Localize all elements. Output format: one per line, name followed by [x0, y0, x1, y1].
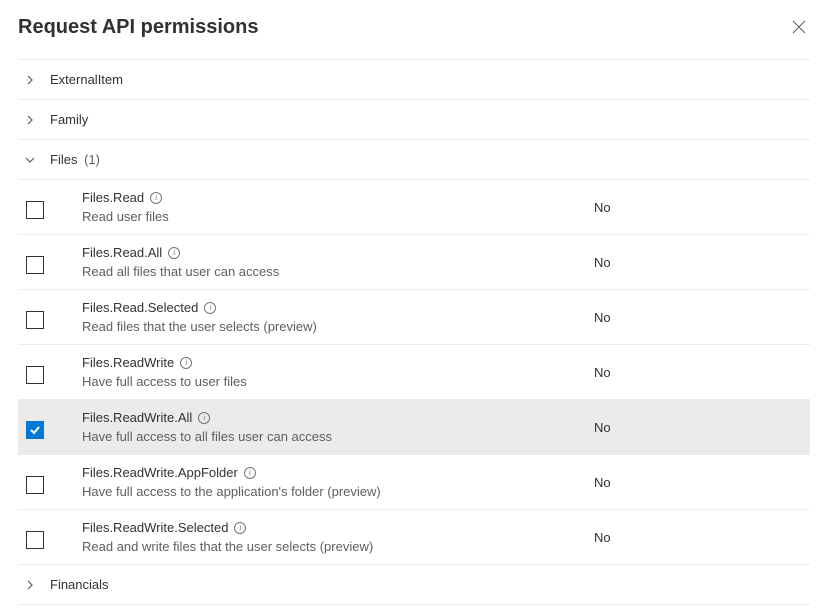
permission-main: Files.ReadWrite.AppFolder i Have full ac… — [82, 465, 574, 499]
permission-description: Read and write files that the user selec… — [82, 539, 574, 554]
permission-list: Files.Read i Read user files No Files.Re… — [18, 179, 810, 564]
permission-name-row: Files.Read.All i — [82, 245, 574, 260]
permission-main: Files.ReadWrite.Selected i Read and writ… — [82, 520, 574, 554]
permission-description: Have full access to all files user can a… — [82, 429, 574, 444]
group-name: Financials — [50, 577, 109, 592]
info-icon[interactable]: i — [204, 302, 216, 314]
group-name: Files — [50, 152, 77, 167]
close-button[interactable] — [788, 16, 810, 38]
permission-checkbox[interactable] — [26, 366, 44, 384]
permission-name: Files.ReadWrite — [82, 355, 174, 370]
permission-row: Files.ReadWrite.Selected i Read and writ… — [18, 510, 810, 564]
group-header-files[interactable]: Files (1) — [18, 140, 810, 179]
permission-name: Files.ReadWrite.AppFolder — [82, 465, 238, 480]
group-family: Family — [18, 100, 810, 140]
permission-main: Files.ReadWrite.All i Have full access t… — [82, 410, 574, 444]
info-icon[interactable]: i — [244, 467, 256, 479]
group-name: ExternalItem — [50, 72, 123, 87]
info-icon[interactable]: i — [168, 247, 180, 259]
permission-name-row: Files.ReadWrite.Selected i — [82, 520, 574, 535]
permission-name-row: Files.Read.Selected i — [82, 300, 574, 315]
permission-main: Files.Read.Selected i Read files that th… — [82, 300, 574, 334]
permission-description: Read files that the user selects (previe… — [82, 319, 574, 334]
admin-consent: No — [574, 530, 804, 545]
checkbox-cell — [24, 415, 82, 439]
chevron-down-icon — [24, 154, 36, 166]
admin-consent: No — [574, 200, 804, 215]
permission-row: Files.Read.All i Read all files that use… — [18, 235, 810, 290]
group-files: Files (1) Files.Read i Read user files — [18, 140, 810, 565]
info-icon[interactable]: i — [180, 357, 192, 369]
permission-name-row: Files.ReadWrite.All i — [82, 410, 574, 425]
group-count: (1) — [84, 152, 100, 167]
group-header-family[interactable]: Family — [18, 100, 810, 139]
permission-checkbox[interactable] — [26, 476, 44, 494]
group-name: Family — [50, 112, 88, 127]
group-header-financials[interactable]: Financials — [18, 565, 810, 604]
checkbox-cell — [24, 525, 82, 549]
permission-checkbox[interactable] — [26, 531, 44, 549]
api-permissions-panel: Request API permissions ExternalItem — [0, 0, 828, 605]
group-label: Files (1) — [50, 152, 100, 167]
permission-name: Files.ReadWrite.Selected — [82, 520, 228, 535]
permission-main: Files.Read i Read user files — [82, 190, 574, 224]
admin-consent: No — [574, 255, 804, 270]
permission-row: Files.Read i Read user files No — [18, 180, 810, 235]
info-icon[interactable]: i — [198, 412, 210, 424]
panel-title: Request API permissions — [18, 16, 258, 39]
permission-groups: ExternalItem Family Files (1) — [18, 59, 810, 605]
permission-name: Files.Read.All — [82, 245, 162, 260]
permission-description: Have full access to user files — [82, 374, 574, 389]
permission-checkbox[interactable] — [26, 256, 44, 274]
chevron-right-icon — [24, 579, 36, 591]
permission-name-row: Files.ReadWrite i — [82, 355, 574, 370]
permission-name: Files.Read.Selected — [82, 300, 198, 315]
checkbox-cell — [24, 195, 82, 219]
admin-consent: No — [574, 475, 804, 490]
chevron-right-icon — [24, 114, 36, 126]
permission-description: Read all files that user can access — [82, 264, 574, 279]
checkmark-icon — [29, 424, 41, 436]
permission-name-row: Files.Read i — [82, 190, 574, 205]
permission-description: Read user files — [82, 209, 574, 224]
permission-description: Have full access to the application's fo… — [82, 484, 574, 499]
admin-consent: No — [574, 310, 804, 325]
permission-name: Files.ReadWrite.All — [82, 410, 192, 425]
permission-name: Files.Read — [82, 190, 144, 205]
info-icon[interactable]: i — [150, 192, 162, 204]
permission-checkbox[interactable] — [26, 421, 44, 439]
group-financials: Financials — [18, 565, 810, 605]
panel-header: Request API permissions — [18, 16, 810, 59]
permission-row: Files.ReadWrite i Have full access to us… — [18, 345, 810, 400]
group-externalitem: ExternalItem — [18, 60, 810, 100]
permission-name-row: Files.ReadWrite.AppFolder i — [82, 465, 574, 480]
checkbox-cell — [24, 470, 82, 494]
checkbox-cell — [24, 360, 82, 384]
group-header-externalitem[interactable]: ExternalItem — [18, 60, 810, 99]
permission-checkbox[interactable] — [26, 201, 44, 219]
permission-row: Files.ReadWrite.All i Have full access t… — [18, 400, 810, 455]
permission-main: Files.ReadWrite i Have full access to us… — [82, 355, 574, 389]
permission-checkbox[interactable] — [26, 311, 44, 329]
checkbox-cell — [24, 305, 82, 329]
checkbox-cell — [24, 250, 82, 274]
info-icon[interactable]: i — [234, 522, 246, 534]
permission-row: Files.Read.Selected i Read files that th… — [18, 290, 810, 345]
chevron-right-icon — [24, 74, 36, 86]
permission-main: Files.Read.All i Read all files that use… — [82, 245, 574, 279]
admin-consent: No — [574, 365, 804, 380]
admin-consent: No — [574, 420, 804, 435]
permission-row: Files.ReadWrite.AppFolder i Have full ac… — [18, 455, 810, 510]
close-icon — [792, 20, 806, 34]
